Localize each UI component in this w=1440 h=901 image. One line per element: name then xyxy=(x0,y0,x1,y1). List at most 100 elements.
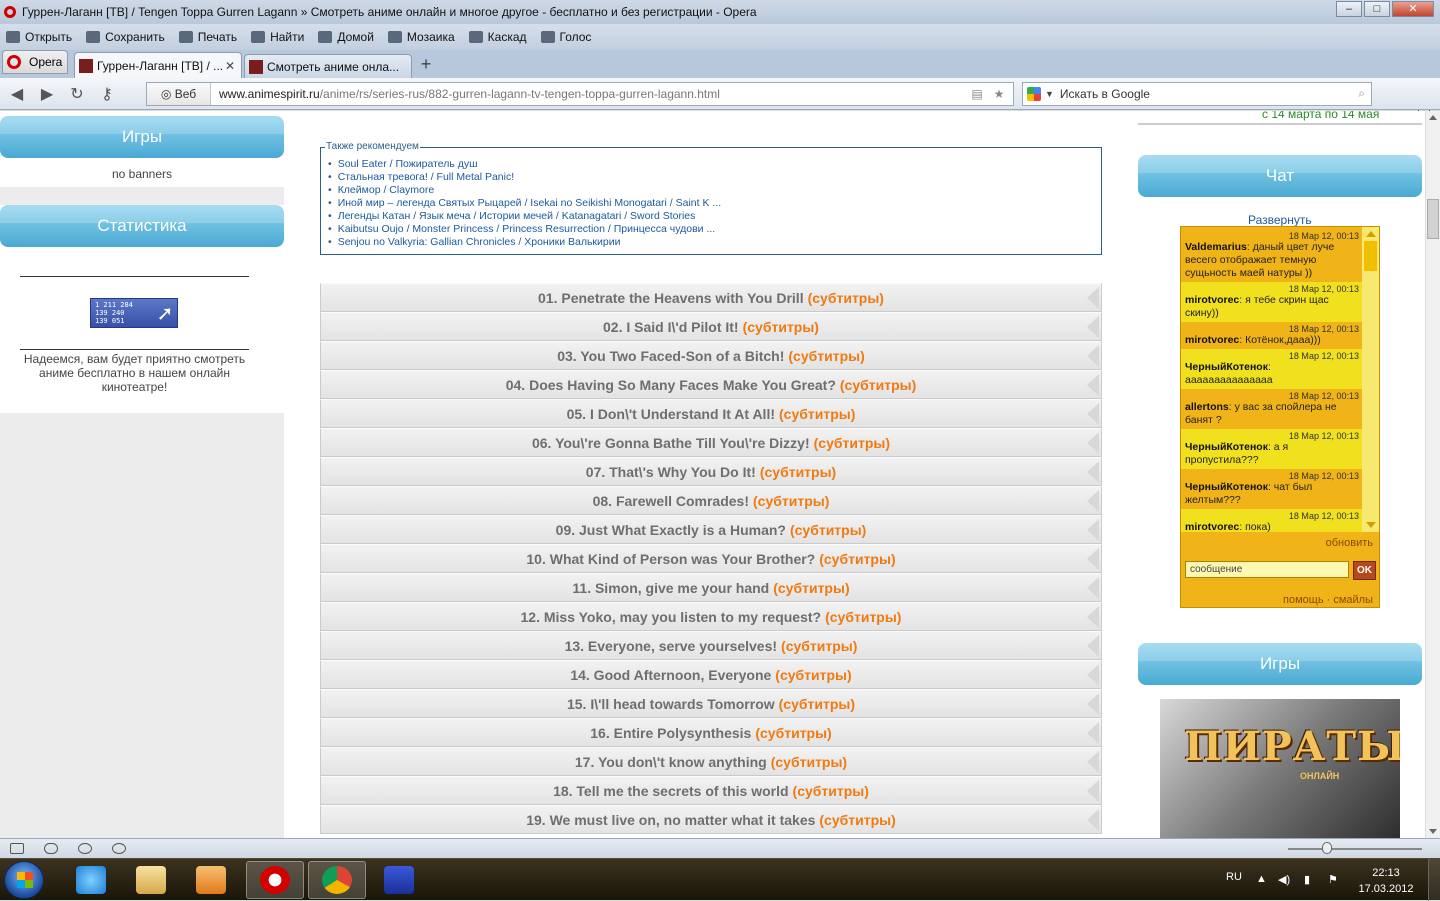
scroll-up-icon[interactable] xyxy=(1366,231,1376,237)
recommend-link[interactable]: Kaibutsu Oujo / Monster Princess / Princ… xyxy=(328,223,1101,236)
recommend-link[interactable]: Иной мир – легенда Святых Рыцарей / Isek… xyxy=(328,197,1101,210)
minimize-button[interactable]: – xyxy=(1336,1,1362,17)
menu-find[interactable]: Найти xyxy=(251,30,304,44)
recommend-link[interactable]: Легенды Катан / Язык меча / Истории мече… xyxy=(328,210,1101,223)
search-field[interactable]: ▼ Искать в Google ⌕ xyxy=(1022,81,1372,106)
tab-watch-anime[interactable]: Смотреть аниме онла... xyxy=(244,54,412,78)
no-banners-text: no banners xyxy=(111,167,173,181)
scroll-down-icon[interactable] xyxy=(1429,829,1437,834)
episode-row[interactable]: 05. I Don\'t Understand It At All! (субти… xyxy=(320,399,1102,428)
episode-row[interactable]: 06. You\'re Gonna Bathe Till You\'re Diz… xyxy=(320,428,1102,457)
cloud-icon[interactable] xyxy=(44,843,58,854)
menu-voice[interactable]: Голос xyxy=(540,30,591,44)
episode-row[interactable]: 12. Miss Yoko, may you listen to my requ… xyxy=(320,602,1102,631)
chat-heading: Чат xyxy=(1138,155,1422,197)
recommend-link[interactable]: Стальная тревога! / Full Metal Panic! xyxy=(328,171,1101,184)
opera-taskbar-button[interactable] xyxy=(246,861,304,899)
send-ok-button[interactable]: OK xyxy=(1353,561,1376,580)
help-smileys-links[interactable]: помощь · смайлы xyxy=(1283,594,1373,606)
speed-dial-icon[interactable] xyxy=(112,843,126,854)
scroll-thumb[interactable] xyxy=(1364,241,1377,271)
scroll-down-icon[interactable] xyxy=(1366,522,1376,528)
reload-icon[interactable]: ↻ xyxy=(66,84,88,104)
system-clock[interactable]: 22:13 17.03.2012 xyxy=(1356,865,1416,897)
network-icon[interactable]: ▮ xyxy=(1304,873,1316,886)
explorer-taskbar-button[interactable] xyxy=(122,861,180,899)
episode-row[interactable]: 16. Entire Polysynthesis (субтитры) xyxy=(320,718,1102,747)
episode-row[interactable]: 11. Simon, give me your hand (субтитры) xyxy=(320,573,1102,602)
recommend-link[interactable]: Soul Eater / Пожиратель душ xyxy=(328,158,1101,171)
maximize-button[interactable]: □ xyxy=(1364,1,1390,17)
expand-chat-link[interactable]: Развернуть xyxy=(1248,213,1312,227)
chat-message-input[interactable]: сообщение xyxy=(1185,561,1349,578)
menu-save[interactable]: Сохранить xyxy=(86,30,165,44)
opera-menu-button[interactable]: Opera xyxy=(2,50,68,74)
episode-row[interactable]: 10. What Kind of Person was Your Brother… xyxy=(320,544,1102,573)
back-icon[interactable]: ◀ xyxy=(6,84,28,104)
episode-row[interactable]: 14. Good Afternoon, Everyone (субтитры) xyxy=(320,660,1102,689)
page-scrollbar[interactable] xyxy=(1425,111,1440,838)
chat-scrollbar[interactable] xyxy=(1362,227,1379,532)
chat-message: 18 Мар 12, 00:13 allertons: у вас за спой… xyxy=(1181,389,1363,429)
menu-tile[interactable]: Мозаика xyxy=(387,30,455,44)
url-text[interactable]: www.animespirit.ru/anime/rs/series-rus/8… xyxy=(211,87,969,101)
episode-row[interactable]: 13. Everyone, serve yourselves! (субтитры… xyxy=(320,631,1102,660)
media-player-taskbar-button[interactable] xyxy=(182,861,240,899)
bookmark-star-icon[interactable]: ★ xyxy=(991,87,1007,101)
show-desktop-button[interactable] xyxy=(1428,859,1440,901)
address-field[interactable]: ◎ Веб www.animespirit.ru/anime/rs/series… xyxy=(146,81,1014,106)
close-window-button[interactable]: ✕ xyxy=(1392,1,1434,17)
episode-row[interactable]: 09. Just What Exactly is a Human? (субтит… xyxy=(320,515,1102,544)
episode-row[interactable]: 03. You Two Faced-Son of a Bitch! (субтит… xyxy=(320,341,1102,370)
menu-cascade[interactable]: Каскад xyxy=(468,30,527,44)
scroll-thumb[interactable] xyxy=(1427,199,1439,239)
menu-print[interactable]: Печать xyxy=(178,30,237,44)
visit-counter[interactable]: 1 211 284 139 240 139 051 ➚ xyxy=(90,298,178,328)
stats-panel: Статистика 1 211 284 139 240 139 051 ➚ Над… xyxy=(0,205,284,413)
save-app-taskbar-button[interactable] xyxy=(370,861,428,899)
panel-toggle-icon[interactable] xyxy=(10,843,24,854)
episode-row[interactable]: 02. I Said I\'d Pilot It! (субтитры) xyxy=(320,312,1102,341)
magnifier-icon[interactable]: ⌕ xyxy=(1358,86,1365,101)
expand-arrow-icon xyxy=(1087,751,1099,773)
menu-home[interactable]: Домой xyxy=(318,30,374,44)
episode-row[interactable]: 17. You don\'t know anything (субтитры) xyxy=(320,747,1102,776)
web-mode-badge[interactable]: ◎ Веб xyxy=(147,82,211,105)
key-icon[interactable]: ⚷ xyxy=(96,84,118,104)
episode-row[interactable]: 01. Penetrate the Heavens with You Drill… xyxy=(320,283,1102,312)
chat-log[interactable]: 18 Мар 12, 00:13 Valdemarius: даный цвет … xyxy=(1181,229,1363,532)
forward-icon[interactable]: ▶ xyxy=(36,84,58,104)
refresh-chat-link[interactable]: обновить xyxy=(1326,537,1373,549)
pirates-game-banner[interactable]: ПИРАТЫ ОНЛАЙН xyxy=(1160,699,1400,838)
recommend-link[interactable]: Клеймор / Claymore xyxy=(328,184,1101,197)
scroll-up-icon[interactable] xyxy=(1429,115,1437,120)
language-indicator[interactable]: RU xyxy=(1226,871,1242,883)
rss-icon[interactable]: ▤ xyxy=(969,87,985,101)
episode-row[interactable]: 15. I\'ll head towards Tomorrow (субтитры… xyxy=(320,689,1102,718)
episode-row[interactable]: 08. Farewell Comrades! (субтитры) xyxy=(320,486,1102,515)
episode-row[interactable]: 07. That\'s Why You Do It! (субтитры) xyxy=(320,457,1102,486)
chevron-down-icon[interactable]: ▼ xyxy=(1045,89,1054,99)
close-tab-icon[interactable]: ✕ xyxy=(225,59,237,73)
expand-arrow-icon xyxy=(1087,316,1099,338)
menu-open[interactable]: Открыть xyxy=(6,30,72,44)
zoom-slider[interactable] xyxy=(1288,848,1422,850)
zoom-slider-knob[interactable] xyxy=(1322,842,1332,854)
tray-expand-icon[interactable]: ▲ xyxy=(1256,873,1268,885)
expand-arrow-icon xyxy=(1087,664,1099,686)
start-button[interactable] xyxy=(4,861,44,899)
episode-row[interactable]: 19. We must live on, no matter what it t… xyxy=(320,805,1102,834)
share-icon[interactable] xyxy=(78,843,92,854)
new-tab-button[interactable]: + xyxy=(414,54,438,76)
recommend-link[interactable]: Senjou no Valkyria: Gallian Chronicles /… xyxy=(328,236,1101,249)
save-icon xyxy=(86,31,101,43)
action-center-flag-icon[interactable]: ⚑ xyxy=(1328,873,1340,886)
episode-row[interactable]: 04. Does Having So Many Faces Make You G… xyxy=(320,370,1102,399)
tab-gurren-lagann[interactable]: Гуррен-Лаганн [ТВ] / ... ✕ xyxy=(74,52,242,78)
ie-taskbar-button[interactable] xyxy=(62,861,120,899)
episode-row[interactable]: 18. Tell me the secrets of this world (су… xyxy=(320,776,1102,805)
volume-icon[interactable]: ◀) xyxy=(1278,873,1290,886)
expand-arrow-icon xyxy=(1087,287,1099,309)
favicon-icon xyxy=(249,59,263,74)
chrome-taskbar-button[interactable] xyxy=(308,861,366,899)
